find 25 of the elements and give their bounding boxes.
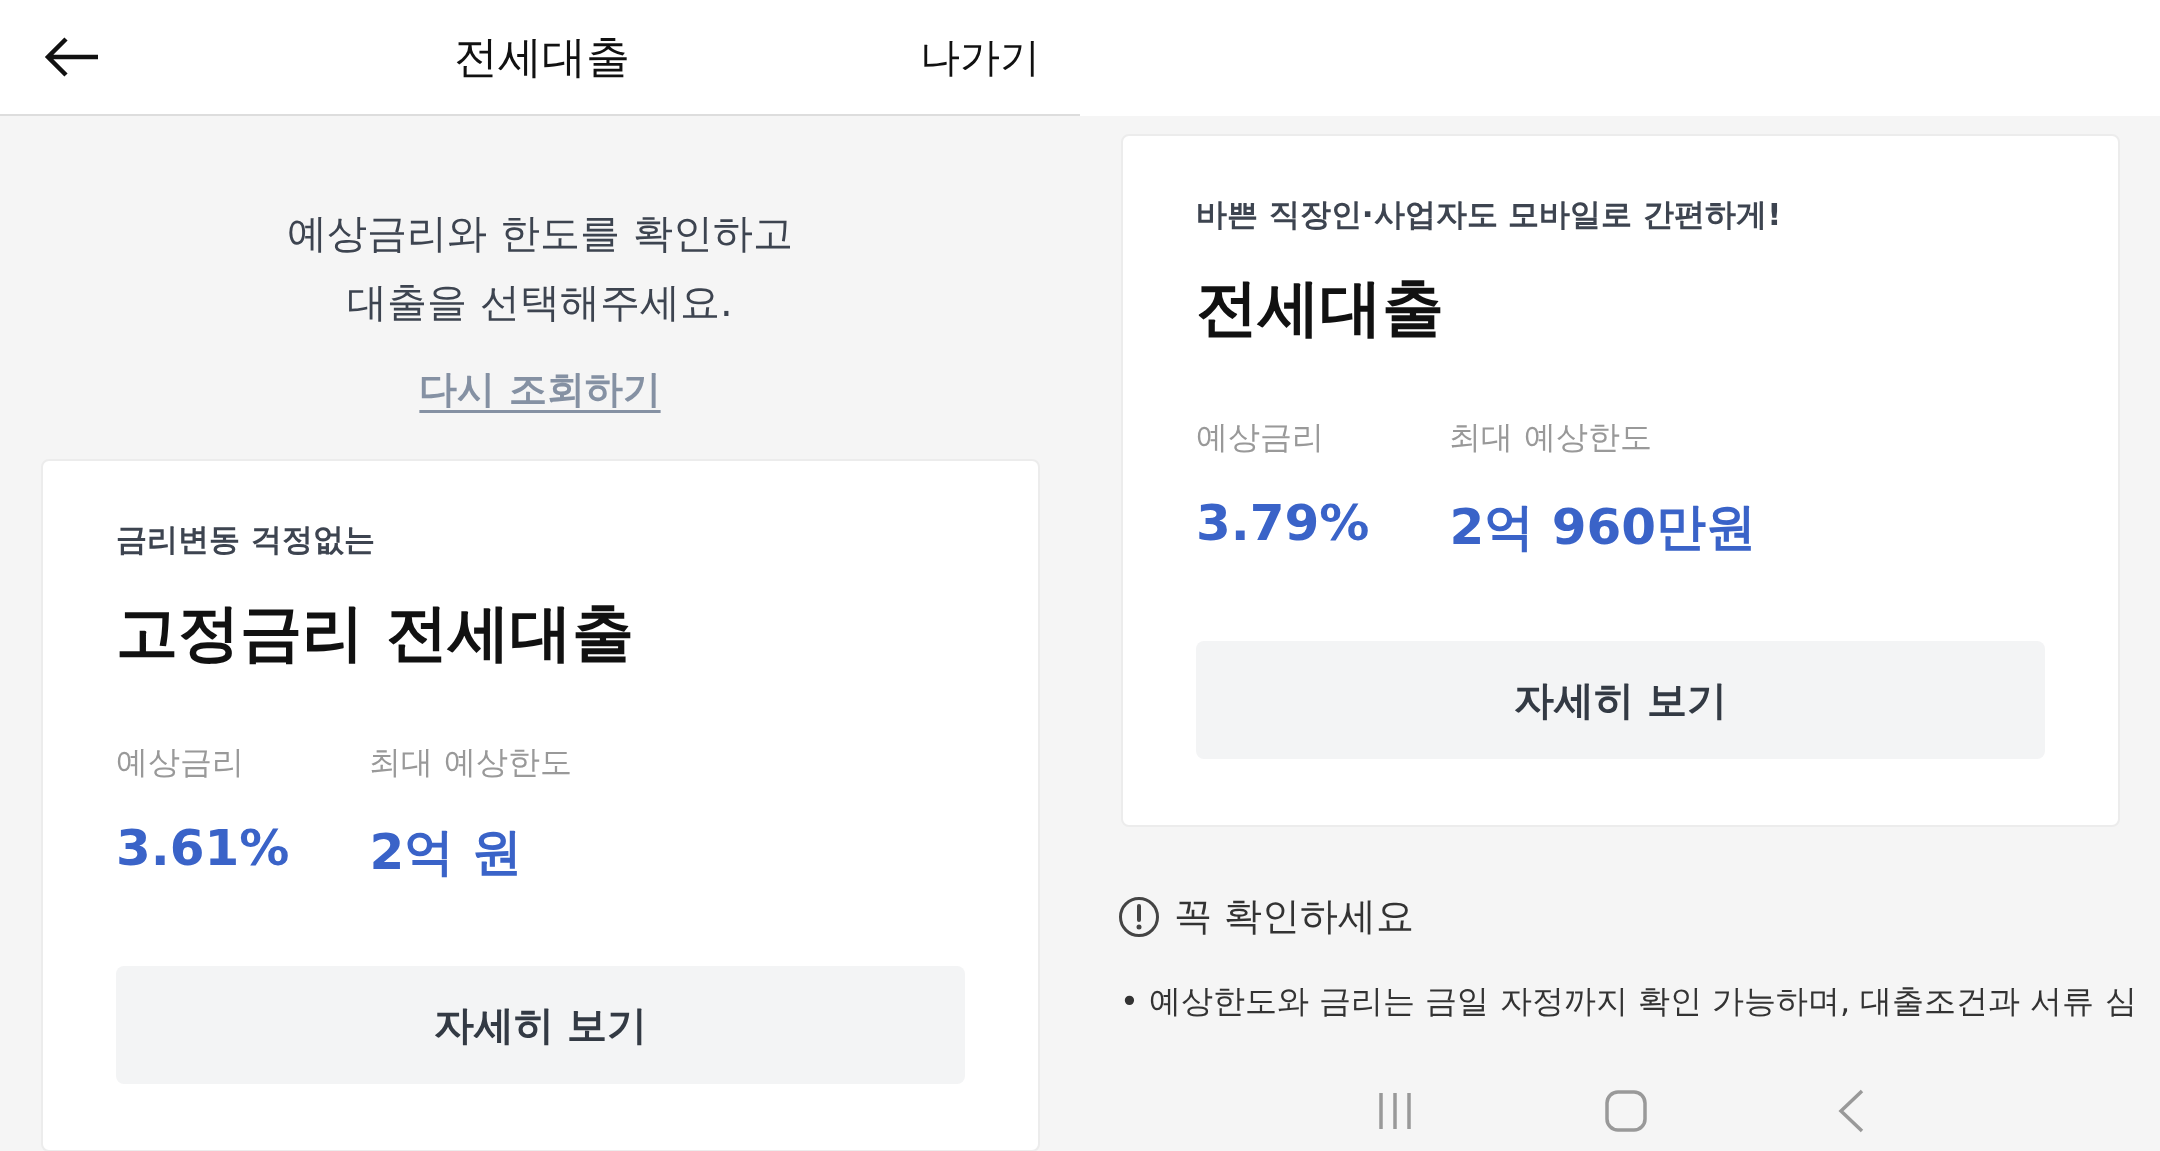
metric-label: 예상금리 <box>1196 417 1325 458</box>
intro-text: 대출을 선택해주세요. <box>347 278 733 327</box>
details-button[interactable]: 자세히 보기 <box>1196 641 2045 759</box>
exclamation-icon <box>1118 895 1160 938</box>
card-subtitle: 금리변동 걱정없는 <box>116 520 376 559</box>
back-arrow-icon <box>44 35 100 79</box>
metric-label: 최대 예상한도 <box>1449 417 1653 458</box>
metric-label: 최대 예상한도 <box>369 742 572 783</box>
notice-text: • 예상한도와 금리는 금일 자정까지 확인 가능하며, 대출조건과 서류 심 <box>1120 981 2138 1022</box>
metric-value: 2억 원 <box>369 822 523 883</box>
metric-value: 3.61% <box>116 819 290 877</box>
notice-title: 꼭 확인하세요 <box>1174 893 1415 940</box>
back-icon[interactable] <box>1837 1089 1865 1133</box>
intro-text: 예상금리와 한도를 확인하고 <box>287 209 793 258</box>
metric-value: 3.79% <box>1196 494 1370 552</box>
details-button[interactable]: 자세히 보기 <box>116 966 965 1084</box>
card-subtitle: 바쁜 직장인·사업자도 모바일로 간편하게! <box>1196 195 1783 234</box>
card-title: 전세대출 <box>1196 270 1445 346</box>
exit-button[interactable]: 나가기 <box>920 29 1040 85</box>
card-title: 고정금리 전세대출 <box>116 595 635 671</box>
metric-label: 예상금리 <box>116 742 245 783</box>
back-button[interactable] <box>44 35 100 79</box>
home-icon[interactable] <box>1605 1090 1647 1132</box>
metric-value: 2억 960만원 <box>1449 497 1757 558</box>
header-title: 전세대출 <box>454 29 630 84</box>
